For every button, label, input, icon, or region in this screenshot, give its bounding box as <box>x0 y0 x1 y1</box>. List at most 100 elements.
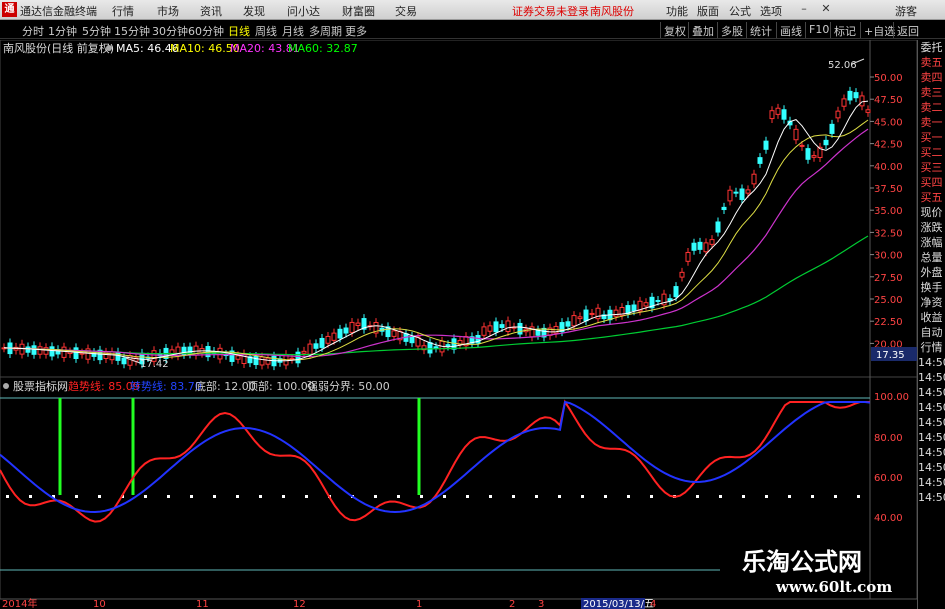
back-button[interactable]: 返回 <box>893 22 922 38</box>
menu-shichang[interactable]: 市场 <box>157 3 179 19</box>
menu-gongshi[interactable]: 公式 <box>729 3 751 19</box>
side-panel-item[interactable]: 委托 <box>918 40 945 55</box>
menu-faxian[interactable]: 发现 <box>243 3 265 19</box>
candle-body <box>781 109 787 120</box>
candle-body <box>121 357 127 365</box>
side-panel-item[interactable]: 卖一 <box>918 115 945 130</box>
side-panel-item[interactable]: 卖四 <box>918 70 945 85</box>
side-panel-item[interactable]: 收益 <box>918 310 945 325</box>
period-monthly[interactable]: 月线 <box>282 23 304 39</box>
candle-body <box>805 148 811 160</box>
chart-canvas[interactable]: 南风股份(日线 前复权) MA5: 46.46 MA10: 46.50 MA20… <box>0 40 917 609</box>
side-panel-item[interactable]: 14:50 <box>918 370 945 385</box>
period-multi[interactable]: 多周期 <box>309 23 342 39</box>
menu-jiaoyi[interactable]: 交易 <box>395 3 417 19</box>
menu-wenxiaoda[interactable]: 问小达 <box>287 3 320 19</box>
candle-body <box>583 309 589 322</box>
minimize-icon[interactable]: – <box>796 2 812 17</box>
side-panel-item[interactable]: 换手 <box>918 280 945 295</box>
side-panel-item[interactable]: 卖三 <box>918 85 945 100</box>
price-tick-label: 42.50 <box>874 140 903 151</box>
overlay-button[interactable]: 叠加 <box>688 22 717 38</box>
candle-body <box>19 343 25 355</box>
draw-line-button[interactable]: 画线 <box>776 22 805 38</box>
period-fenshi[interactable]: 分时 <box>22 23 44 39</box>
period-15min[interactable]: 15分钟 <box>114 23 150 39</box>
side-panel-item[interactable]: 卖二 <box>918 100 945 115</box>
side-panel-item[interactable]: 14:50 <box>918 355 945 370</box>
period-more[interactable]: 更多 <box>345 23 367 39</box>
candle-body <box>319 337 325 348</box>
settings-dot-icon[interactable] <box>106 45 112 51</box>
candle-body <box>355 322 361 327</box>
menu-banmian[interactable]: 版面 <box>697 3 719 19</box>
price-tick-label: 50.00 <box>874 73 903 84</box>
side-panel-item[interactable]: 总量 <box>918 250 945 265</box>
candle-body <box>493 321 499 333</box>
period-daily[interactable]: 日线 <box>228 23 250 39</box>
candle-body <box>589 312 595 315</box>
side-panel-item[interactable]: 买五 <box>918 190 945 205</box>
candle-body <box>769 110 775 120</box>
side-panel-item[interactable]: 涨跌 <box>918 220 945 235</box>
candle-body <box>295 351 301 364</box>
period-5min[interactable]: 5分钟 <box>82 23 111 39</box>
side-panel-item[interactable]: 现价 <box>918 205 945 220</box>
menu-caifuquan[interactable]: 财富圈 <box>342 3 375 19</box>
fuquan-button[interactable]: 复权 <box>660 22 689 38</box>
x-label-10: 10 <box>93 599 106 609</box>
indicator-tick-label: 100.00 <box>874 392 909 403</box>
menu-xuanxiang[interactable]: 选项 <box>760 3 782 19</box>
side-panel-item[interactable]: 净资 <box>918 295 945 310</box>
strength-dot <box>604 495 607 498</box>
side-panel-item[interactable]: 买四 <box>918 175 945 190</box>
title-bar: 通 通达信金融终端 行情 市场 资讯 发现 问小达 财富圈 交易 证券交易未登录… <box>0 0 945 20</box>
strength-dot <box>282 495 285 498</box>
top-label: 顶部: 100.00 <box>247 379 315 393</box>
period-weekly[interactable]: 周线 <box>255 23 277 39</box>
period-1min[interactable]: 1分钟 <box>48 23 77 39</box>
side-panel-item[interactable]: 行情 <box>918 340 945 355</box>
side-panel-item[interactable]: 14:50 <box>918 445 945 460</box>
side-panel-item[interactable]: 14:50 <box>918 460 945 475</box>
candle-body <box>433 346 439 349</box>
side-panel-item[interactable]: 14:50 <box>918 475 945 490</box>
candle-body <box>445 344 451 347</box>
side-panel-item[interactable]: 14:50 <box>918 385 945 400</box>
candle-body <box>37 346 43 355</box>
login-warning[interactable]: 证券交易未登录 <box>512 3 589 19</box>
close-icon[interactable]: ✕ <box>818 2 834 17</box>
candle-body <box>565 321 571 327</box>
candle-body <box>175 346 181 357</box>
candle-body <box>631 304 637 312</box>
menu-hangqing[interactable]: 行情 <box>112 3 134 19</box>
side-panel-item[interactable]: 买三 <box>918 160 945 175</box>
side-panel-item[interactable]: 14:50 <box>918 415 945 430</box>
multi-stock-button[interactable]: 多股 <box>717 22 746 38</box>
side-panel-item[interactable]: 14:50 <box>918 400 945 415</box>
side-panel-item[interactable]: 卖五 <box>918 55 945 70</box>
mark-button[interactable]: 标记 <box>830 22 859 38</box>
stats-button[interactable]: 统计 <box>746 22 775 38</box>
f10-button[interactable]: F10 <box>805 22 832 38</box>
side-panel-item[interactable]: 外盘 <box>918 265 945 280</box>
side-panel-item[interactable]: 买一 <box>918 130 945 145</box>
side-panel-item[interactable]: 涨幅 <box>918 235 945 250</box>
side-panel-item[interactable]: 自动 <box>918 325 945 340</box>
strength-dot <box>98 495 101 498</box>
period-30min[interactable]: 30分钟 <box>152 23 188 39</box>
user-label[interactable]: 游客 <box>895 3 917 19</box>
strength-dot <box>466 495 469 498</box>
side-panel-item[interactable]: 买二 <box>918 145 945 160</box>
indicator-settings-icon[interactable] <box>3 383 9 389</box>
menu-gongneng[interactable]: 功能 <box>666 3 688 19</box>
side-panel-item[interactable]: 14:50 <box>918 430 945 445</box>
candle-body <box>799 144 805 147</box>
candle-body <box>487 325 493 332</box>
menu-zixun[interactable]: 资讯 <box>200 3 222 19</box>
candle-body <box>775 107 781 115</box>
strength-dot <box>236 495 239 498</box>
period-60min[interactable]: 60分钟 <box>188 23 224 39</box>
side-panel-item[interactable]: 14:50 <box>918 490 945 505</box>
price-tick-label: 32.50 <box>874 228 903 239</box>
